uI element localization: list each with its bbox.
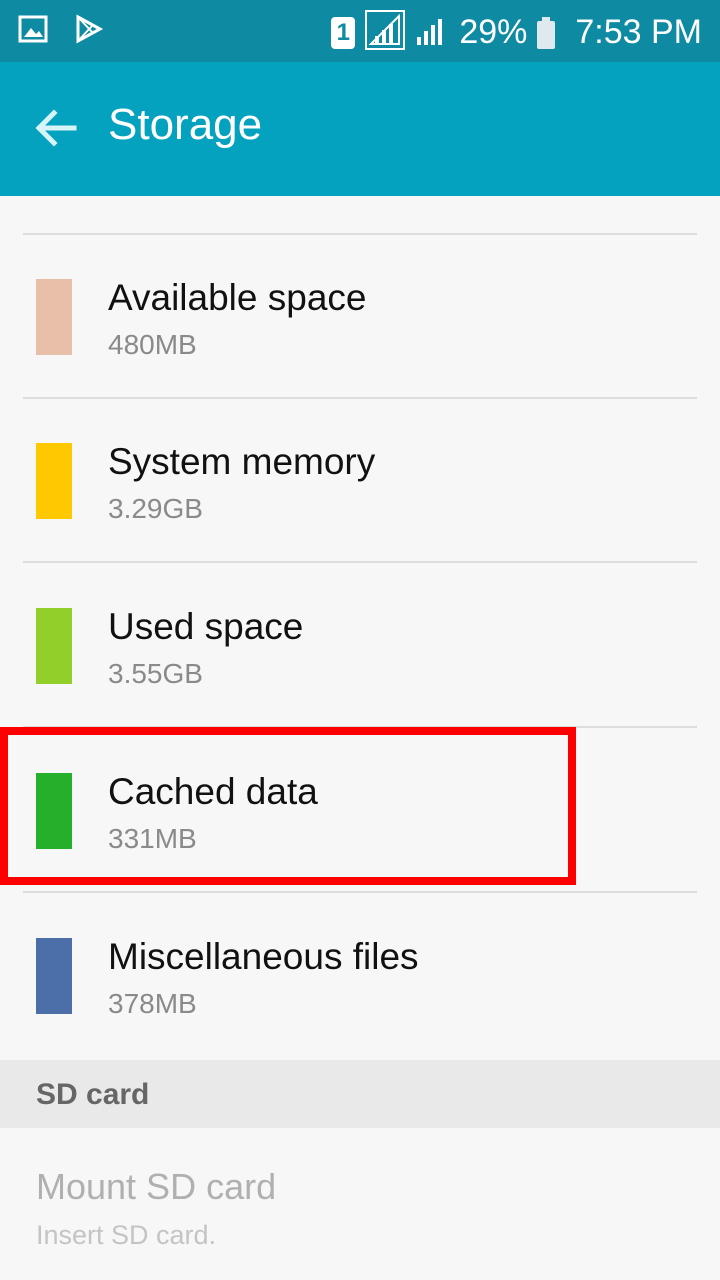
divider <box>23 726 697 728</box>
battery-icon <box>537 16 556 49</box>
storage-item-value: 3.55GB <box>108 658 203 689</box>
arrow-left-icon <box>35 109 77 147</box>
mount-sd-card-label: Mount SD card <box>36 1166 277 1207</box>
divider <box>23 561 697 563</box>
clock: 7:53 PM <box>575 13 702 51</box>
signal-strength-sim1-icon <box>365 10 406 55</box>
page-title: Storage <box>108 100 263 149</box>
storage-item-cached-data[interactable]: Cached data 331MB <box>0 729 720 893</box>
play-store-notification-icon <box>74 14 104 49</box>
storage-item-system-memory[interactable]: System memory 3.29GB <box>0 399 720 563</box>
storage-item-used-space[interactable]: Used space 3.55GB <box>0 564 720 728</box>
storage-item-value: 378MB <box>108 988 197 1019</box>
storage-item-label: System memory <box>108 441 376 482</box>
battery-percent: 29% <box>459 13 528 51</box>
used-space-color-swatch <box>36 608 72 684</box>
sim-indicator-icon: 1 <box>331 16 356 49</box>
system-memory-color-swatch <box>36 443 72 519</box>
divider <box>23 891 697 893</box>
mount-sd-card-item[interactable]: Mount SD card Insert SD card. <box>0 1128 720 1280</box>
cached-data-color-swatch <box>36 773 72 849</box>
storage-item-label: Available space <box>108 277 367 318</box>
storage-item-value: 480MB <box>108 329 197 360</box>
storage-item-available-space[interactable]: Available space 480MB <box>0 235 720 399</box>
storage-item-value: 3.29GB <box>108 493 203 524</box>
mount-sd-card-summary: Insert SD card. <box>36 1220 217 1250</box>
status-bar: 1 29% 7:53 PM <box>0 0 720 62</box>
section-header-label: SD card <box>36 1078 150 1111</box>
gallery-notification-icon <box>18 15 48 48</box>
storage-item-label: Miscellaneous files <box>108 936 419 977</box>
storage-item-label: Used space <box>108 606 304 647</box>
section-header-sd-card: SD card <box>0 1060 720 1128</box>
back-button[interactable] <box>34 106 78 150</box>
storage-item-miscellaneous-files[interactable]: Miscellaneous files 378MB <box>0 894 720 1058</box>
available-space-color-swatch <box>36 279 72 355</box>
storage-item-label: Cached data <box>108 771 318 812</box>
miscellaneous-files-color-swatch <box>36 938 72 1014</box>
storage-item-value: 331MB <box>108 823 197 854</box>
signal-strength-sim2-icon <box>415 13 449 52</box>
app-bar: Storage <box>0 62 720 196</box>
